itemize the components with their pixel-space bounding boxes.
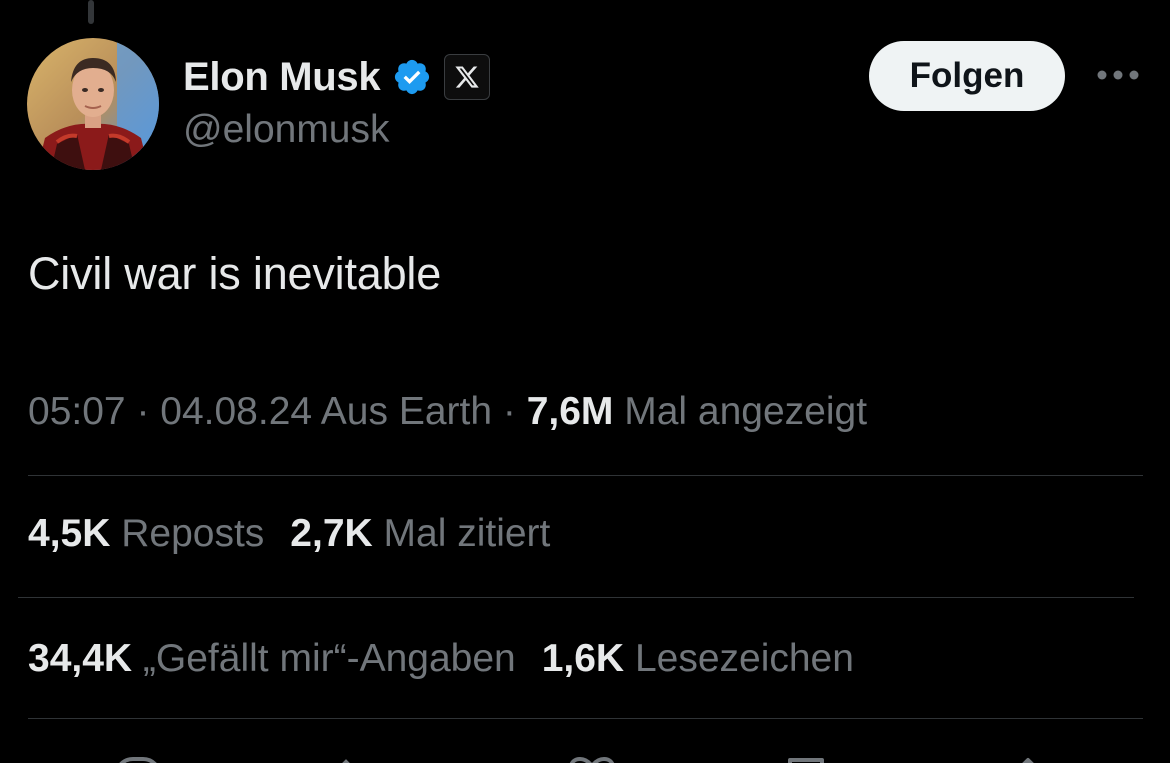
x-logo-icon[interactable]	[444, 54, 491, 100]
like-icon[interactable]	[567, 756, 617, 763]
avatar[interactable]	[27, 38, 159, 170]
author-handle[interactable]: @elonmusk	[183, 108, 390, 152]
more-dots-icon[interactable]	[1092, 62, 1144, 88]
tweet-text: Civil war is inevitable	[28, 248, 442, 299]
divider	[18, 597, 1134, 598]
meta-separator: ·	[492, 390, 527, 433]
follow-button[interactable]: Folgen	[869, 41, 1065, 111]
quotes-count: 2,7K	[290, 512, 373, 555]
meta-separator: ·	[125, 390, 161, 433]
tweet-location: Aus Earth	[312, 390, 493, 433]
views-label: Mal angezeigt	[613, 390, 868, 433]
reposts-count: 4,5K	[28, 512, 111, 555]
tweet-action-bar	[0, 740, 1170, 763]
author-name-row: Elon Musk	[183, 50, 491, 104]
views-count: 7,6M	[526, 390, 614, 433]
quotes-stat[interactable]: 2,7K Mal zitiert	[290, 512, 550, 555]
reposts-stat[interactable]: 4,5K Reposts	[28, 512, 264, 555]
bookmarks-stat[interactable]: 1,6K Lesezeichen	[542, 637, 854, 680]
reply-icon[interactable]	[113, 756, 163, 763]
share-icon[interactable]	[1006, 756, 1050, 763]
thread-connector-line	[88, 0, 94, 24]
stats-row-likes: 34,4K „Gefällt mir“-Angaben 1,6K Lesezeic…	[28, 637, 854, 681]
likes-stat[interactable]: 34,4K „Gefällt mir“-Angaben	[28, 637, 516, 680]
likes-count: 34,4K	[28, 637, 133, 680]
stats-row-reposts: 4,5K Reposts 2,7K Mal zitiert	[28, 512, 550, 556]
bookmarks-count: 1,6K	[541, 637, 625, 680]
verified-badge-icon[interactable]	[392, 57, 432, 97]
bookmarks-label: Lesezeichen	[624, 637, 854, 680]
author-display-name[interactable]: Elon Musk	[183, 55, 381, 100]
tweet-date[interactable]: 04.08.24	[160, 390, 312, 433]
tweet-meta: 05:07 · 04.08.24 Aus Earth · 7,6M Mal an…	[28, 390, 867, 434]
repost-icon[interactable]	[332, 756, 392, 763]
divider	[28, 475, 1143, 476]
tweet-time[interactable]: 05:07	[28, 390, 126, 433]
bookmark-icon[interactable]	[784, 756, 828, 763]
quotes-label: Mal zitiert	[372, 512, 551, 555]
reposts-label: Reposts	[110, 512, 265, 555]
likes-label: „Gefällt mir“-Angaben	[132, 637, 516, 680]
divider	[28, 718, 1143, 719]
